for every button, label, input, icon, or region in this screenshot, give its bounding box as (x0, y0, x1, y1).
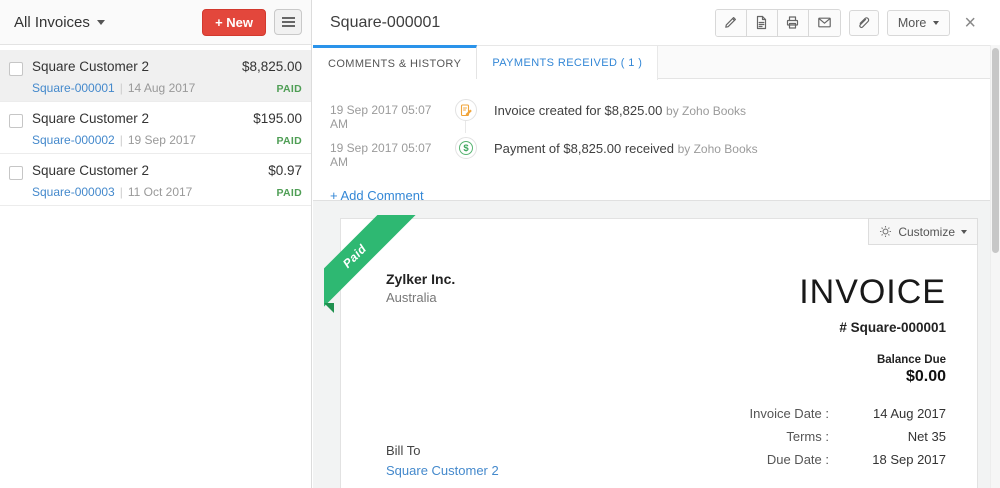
field-label: Invoice Date : (714, 406, 829, 421)
invoice-date: 11 Oct 2017 (128, 185, 193, 199)
invoice-row-2[interactable]: Square Customer 2 $195.00 Square-000002 |… (0, 102, 311, 154)
history-byline: by Zoho Books (666, 104, 746, 118)
history-entry-created: 19 Sep 2017 05:07 AM Invoice created for… (330, 99, 973, 131)
field-label: Due Date : (714, 452, 829, 467)
history-entry-payment: 19 Sep 2017 05:07 AM $ Payment of $8,825… (330, 137, 973, 169)
action-button-group (715, 9, 841, 37)
history-text: Invoice created for $8,825.00 by Zoho Bo… (494, 99, 746, 118)
customize-label: Customize (898, 225, 955, 239)
invoice-date-row: Invoice Date : 14 Aug 2017 (714, 406, 946, 421)
paperclip-icon (856, 15, 871, 30)
field-value: 14 Aug 2017 (829, 406, 946, 421)
invoice-detail-panel: Square-000001 More (313, 0, 990, 488)
invoice-filter-label: All Invoices (14, 14, 90, 31)
separator: | (120, 133, 123, 147)
new-invoice-button[interactable]: + New (202, 9, 266, 36)
scrollbar-thumb[interactable] (992, 48, 999, 253)
payment-received-icon: $ (455, 137, 477, 159)
envelope-icon (817, 15, 832, 30)
bill-to-label: Bill To (386, 443, 420, 458)
history-byline: by Zoho Books (678, 142, 758, 156)
invoice-list-header: All Invoices + New (0, 0, 311, 45)
status-badge: PAID (276, 135, 302, 147)
customer-name: Square Customer 2 (32, 111, 149, 126)
invoice-list-panel: All Invoices + New Square Customer 2 $8,… (0, 0, 312, 488)
pencil-icon (723, 15, 738, 30)
history-timestamp: 19 Sep 2017 05:07 AM (330, 137, 448, 169)
bill-to-customer-link[interactable]: Square Customer 2 (386, 463, 499, 478)
invoice-number-link[interactable]: Square-000002 (32, 133, 115, 147)
attachment-button[interactable] (849, 10, 879, 36)
invoice-doc-number: # Square-000001 (839, 320, 946, 335)
balance-due-label: Balance Due (877, 354, 946, 366)
list-menu-button[interactable] (274, 9, 302, 35)
more-label: More (898, 16, 926, 30)
customer-name: Square Customer 2 (32, 163, 149, 178)
comments-history-section: 19 Sep 2017 05:07 AM Invoice created for… (313, 79, 990, 200)
invoice-amount: $0.97 (268, 163, 302, 178)
document-icon (754, 15, 769, 30)
invoice-doc-title: INVOICE (799, 273, 946, 312)
invoice-document: Paid Customize Zylker Inc. Australia INV… (340, 218, 978, 488)
history-text: Payment of $8,825.00 received by Zoho Bo… (494, 137, 758, 156)
field-value: Net 35 (829, 429, 946, 444)
due-date-row: Due Date : 18 Sep 2017 (714, 452, 946, 467)
customize-button[interactable]: Customize (868, 218, 978, 245)
tab-payments-received[interactable]: PAYMENTS RECEIVED ( 1 ) (477, 46, 658, 80)
detail-toolbar: More × (715, 9, 982, 37)
printer-icon (785, 15, 800, 30)
status-badge: PAID (276, 187, 302, 199)
detail-tab-bar: COMMENTS & HISTORY PAYMENTS RECEIVED ( 1… (313, 45, 990, 79)
edit-button[interactable] (716, 10, 747, 36)
print-button[interactable] (778, 10, 809, 36)
invoice-amount: $195.00 (253, 111, 302, 126)
invoice-amount: $8,825.00 (242, 59, 302, 74)
close-icon[interactable]: × (958, 13, 982, 33)
invoice-meta-fields: Invoice Date : 14 Aug 2017 Terms : Net 3… (714, 406, 946, 475)
status-badge: PAID (276, 83, 302, 95)
history-timestamp: 19 Sep 2017 05:07 AM (330, 99, 448, 131)
row-checkbox[interactable] (9, 62, 23, 76)
invoice-date: 19 Sep 2017 (128, 133, 196, 147)
row-checkbox[interactable] (9, 114, 23, 128)
chevron-down-icon (97, 20, 105, 25)
hamburger-icon (282, 17, 295, 19)
invoice-number-link[interactable]: Square-000003 (32, 185, 115, 199)
field-label: Terms : (714, 429, 829, 444)
chevron-down-icon (933, 21, 939, 25)
ribbon-fold (324, 303, 334, 313)
pdf-button[interactable] (747, 10, 778, 36)
gear-icon (879, 225, 892, 238)
invoice-row-1[interactable]: Square Customer 2 $8,825.00 Square-00000… (0, 50, 311, 102)
tab-comments-history[interactable]: COMMENTS & HISTORY (313, 45, 477, 79)
vertical-scrollbar[interactable] (990, 45, 1000, 488)
company-country: Australia (386, 290, 437, 305)
invoice-preview-backdrop: Paid Customize Zylker Inc. Australia INV… (313, 200, 990, 488)
invoice-row-3[interactable]: Square Customer 2 $0.97 Square-000003 | 11… (0, 154, 311, 206)
detail-header: Square-000001 More (313, 0, 990, 45)
more-button[interactable]: More (887, 10, 950, 36)
row-checkbox[interactable] (9, 166, 23, 180)
customer-name: Square Customer 2 (32, 59, 149, 74)
dollar-icon: $ (459, 141, 473, 155)
invoice-number-link[interactable]: Square-000001 (32, 81, 115, 95)
page-title: Square-000001 (330, 14, 440, 32)
company-name: Zylker Inc. (386, 271, 455, 287)
terms-row: Terms : Net 35 (714, 429, 946, 444)
field-value: 18 Sep 2017 (829, 452, 946, 467)
separator: | (120, 185, 123, 199)
balance-due-value: $0.00 (906, 368, 946, 386)
invoice-filter-dropdown[interactable]: All Invoices (14, 14, 194, 31)
email-button[interactable] (809, 10, 840, 36)
chevron-down-icon (961, 230, 967, 234)
timeline-connector (465, 121, 466, 133)
invoice-created-icon (455, 99, 477, 121)
invoice-list: Square Customer 2 $8,825.00 Square-00000… (0, 45, 311, 206)
separator: | (120, 81, 123, 95)
invoice-date: 14 Aug 2017 (128, 81, 195, 95)
